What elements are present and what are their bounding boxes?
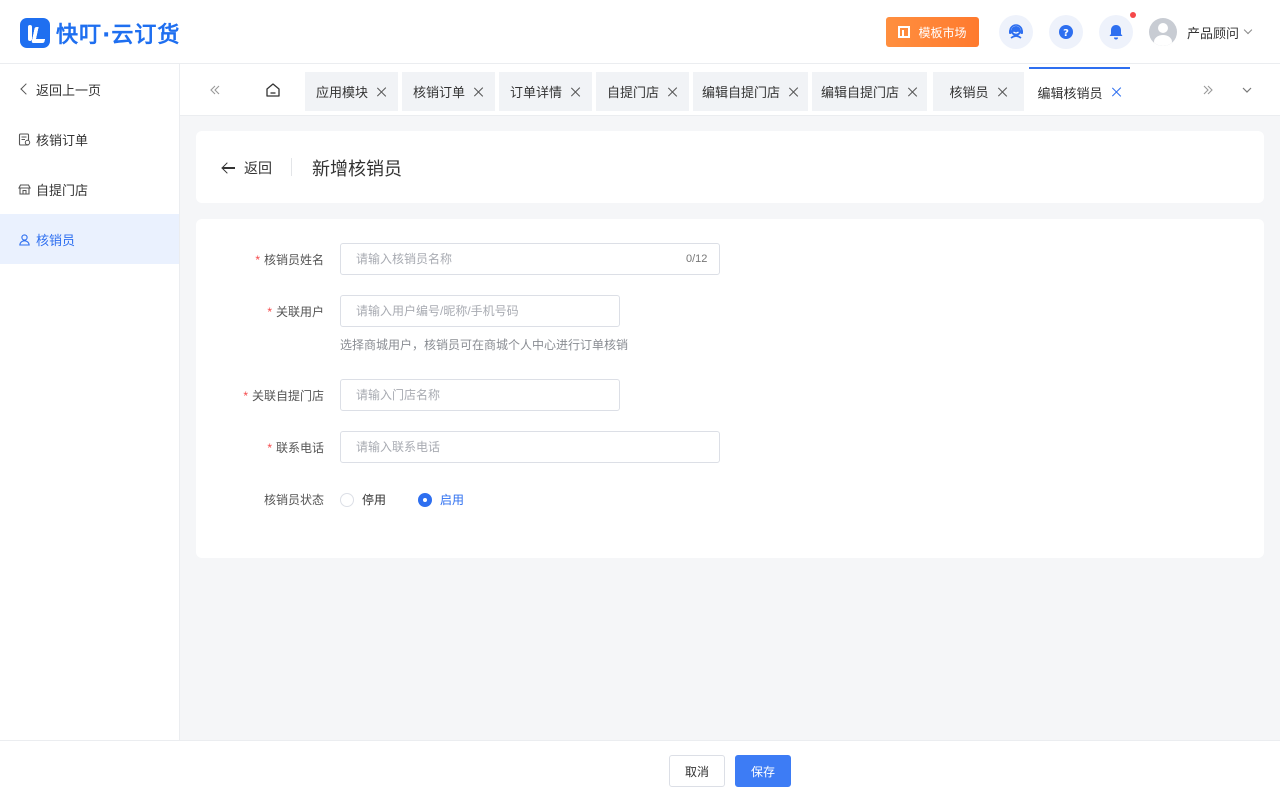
tab-label: 编辑自提门店 xyxy=(701,85,780,100)
close-icon[interactable] xyxy=(668,87,678,97)
customer-service-button[interactable] xyxy=(999,15,1033,49)
divider xyxy=(291,158,292,176)
tab-app-modules[interactable]: 应用模块 xyxy=(305,72,398,111)
chevron-down-icon xyxy=(1243,25,1253,35)
user-menu[interactable]: 产品顾问 xyxy=(1149,18,1253,46)
tabs-dropdown-icon[interactable] xyxy=(1235,78,1259,102)
top-header: 快叮·云订货 模板市场 ? 产品顾问 xyxy=(0,0,1280,64)
tabs-scroll-left-icon[interactable] xyxy=(203,78,227,102)
close-icon[interactable] xyxy=(1112,87,1122,97)
tab-pickup-stores[interactable]: 自提门店 xyxy=(596,72,689,111)
back-button[interactable]: 返回 xyxy=(222,158,272,178)
sidebar: 返回上一页 核销订单 自提门店 核销员 xyxy=(0,64,180,740)
tab-label: 订单详情 xyxy=(509,85,562,100)
radio-circle-checked xyxy=(418,492,432,507)
bell-icon xyxy=(1109,25,1123,40)
form-card: *核销员姓名 0/12 *关联用户 选择商城用户，核销员可在商城个人中心进行订单… xyxy=(196,219,1264,558)
linked-user-hint: 选择商城用户，核销员可在商城个人中心进行订单核销 xyxy=(340,338,629,352)
tab-verifiers[interactable]: 核销员 xyxy=(933,72,1024,111)
cancel-button[interactable]: 取消 xyxy=(669,755,725,787)
notification-dot xyxy=(1130,12,1136,18)
customer-service-icon xyxy=(1009,24,1023,39)
close-icon[interactable] xyxy=(474,87,484,97)
tab-bar: 应用模块 核销订单 订单详情 自提门店 编辑自提门店 编辑自提门店 核销员 编辑… xyxy=(180,64,1280,116)
phone-input[interactable] xyxy=(340,431,720,463)
tab-label: 编辑自提门店 xyxy=(820,85,899,100)
sidebar-item-label: 核销订单 xyxy=(36,132,89,148)
chevron-left-icon xyxy=(17,82,32,96)
save-button[interactable]: 保存 xyxy=(735,755,791,787)
store-field-label: * 关联自提门店 xyxy=(243,389,324,403)
name-char-counter: 0/12 xyxy=(686,253,708,265)
logo-text: 快叮·云订货 xyxy=(56,23,181,48)
template-market-label: 模板市场 xyxy=(918,25,967,40)
status-radio-enabled[interactable]: 启用 xyxy=(418,491,464,508)
sidebar-item-verify-orders[interactable]: 核销订单 xyxy=(0,114,179,164)
tab-edit-verifier[interactable]: 编辑核销员 xyxy=(1029,67,1130,115)
radio-label: 启用 xyxy=(440,493,465,507)
back-label: 返回 xyxy=(244,160,272,176)
footer-bar: 取消 保存 xyxy=(0,740,1280,800)
radio-label: 停用 xyxy=(362,493,387,507)
tab-edit-pickup-store-2[interactable]: 编辑自提门店 xyxy=(812,72,927,111)
sidebar-back-label: 返回上一页 xyxy=(36,82,102,98)
linked-store-input[interactable] xyxy=(340,379,620,411)
sidebar-item-verifiers[interactable]: 核销员 xyxy=(0,214,179,264)
svg-text:?: ? xyxy=(1063,28,1069,39)
arrow-left-icon xyxy=(222,161,236,175)
help-icon: ? xyxy=(1059,25,1073,39)
sidebar-item-label: 核销员 xyxy=(36,232,76,248)
status-field-label: 核销员状态 xyxy=(263,493,324,507)
home-icon[interactable] xyxy=(261,78,285,102)
user-field-label: * 关联用户 xyxy=(267,305,324,319)
name-field-label: * 核销员姓名 xyxy=(255,253,324,267)
app-logo[interactable]: 快叮·云订货 xyxy=(20,17,180,49)
close-icon[interactable] xyxy=(998,87,1008,97)
close-icon[interactable] xyxy=(377,87,387,97)
sidebar-back[interactable]: 返回上一页 xyxy=(0,64,179,114)
page-title: 新增核销员 xyxy=(312,159,402,179)
tab-label: 应用模块 xyxy=(315,85,368,100)
sidebar-item-pickup-stores[interactable]: 自提门店 xyxy=(0,164,179,214)
user-icon xyxy=(17,232,31,246)
close-icon[interactable] xyxy=(571,87,581,97)
close-icon[interactable] xyxy=(789,87,799,97)
verifier-name-input[interactable] xyxy=(340,243,720,275)
tab-order-detail[interactable]: 订单详情 xyxy=(499,72,592,111)
notification-button[interactable] xyxy=(1099,15,1133,49)
order-icon xyxy=(17,132,31,146)
tab-label: 核销订单 xyxy=(412,85,465,100)
tab-edit-pickup-store-1[interactable]: 编辑自提门店 xyxy=(693,72,808,111)
tab-label: 核销员 xyxy=(949,85,989,100)
layout-icon xyxy=(898,26,911,38)
tab-label: 自提门店 xyxy=(606,85,659,100)
radio-circle xyxy=(340,492,354,507)
sidebar-item-label: 自提门店 xyxy=(36,182,89,198)
avatar xyxy=(1149,18,1177,46)
linked-user-input[interactable] xyxy=(340,295,620,327)
phone-field-label: * 联系电话 xyxy=(267,441,324,455)
store-icon xyxy=(17,182,31,196)
tab-label: 编辑核销员 xyxy=(1037,85,1103,101)
help-button[interactable]: ? xyxy=(1049,15,1083,49)
status-radio-disabled[interactable]: 停用 xyxy=(340,491,386,508)
close-icon[interactable] xyxy=(908,87,918,97)
tabs-scroll-right-icon[interactable] xyxy=(1196,78,1220,102)
tab-verify-orders[interactable]: 核销订单 xyxy=(402,72,495,111)
logo-mark-icon xyxy=(20,18,50,48)
user-name: 产品顾问 xyxy=(1187,25,1240,41)
page-header-card: 返回 新增核销员 xyxy=(196,131,1264,203)
template-market-button[interactable]: 模板市场 xyxy=(886,17,979,47)
